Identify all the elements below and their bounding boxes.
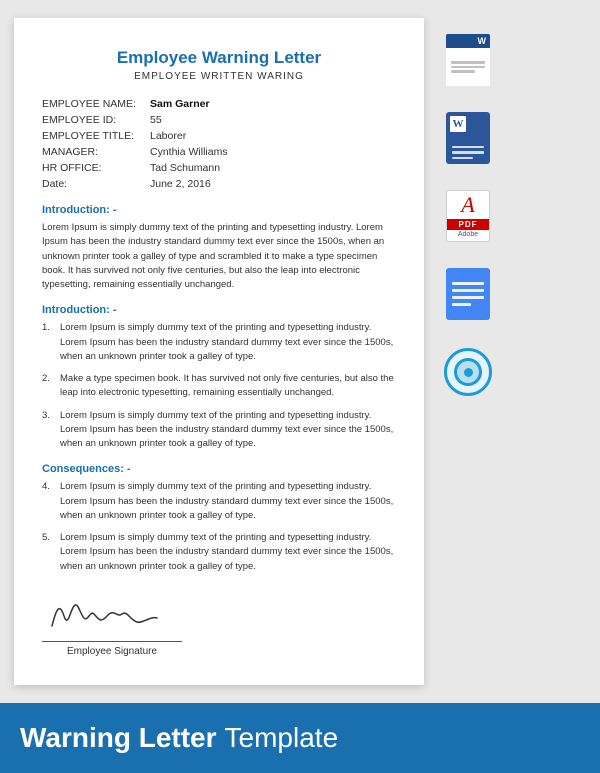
- docs-icon-button[interactable]: [440, 262, 496, 326]
- libre-dot: [464, 368, 473, 377]
- intro1-paragraph: Lorem Ipsum is simply dummy text of the …: [42, 221, 396, 292]
- field-employee-name: EMPLOYEE NAME: Sam Garner: [42, 98, 396, 110]
- intro2-list: 1.Lorem Ipsum is simply dummy text of th…: [42, 321, 396, 451]
- sidebar-icons: W W: [424, 18, 506, 685]
- intro2-heading: Introduction: -: [42, 304, 396, 316]
- libre-icon-button[interactable]: [440, 340, 496, 404]
- word-icon-2: W: [446, 112, 490, 164]
- doc-line: [452, 282, 484, 285]
- field-employee-title: EMPLOYEE TITLE: Laborer: [42, 130, 396, 142]
- field-label-hr-office: HR OFFICE:: [42, 162, 150, 174]
- field-value-employee-name: Sam Garner: [150, 98, 210, 110]
- field-employee-id: EMPLOYEE ID: 55: [42, 114, 396, 126]
- pdf-icon-button[interactable]: A PDF Adobe: [440, 184, 496, 248]
- field-hr-office: HR OFFICE: Tad Schumann: [42, 162, 396, 174]
- consequences-heading: Consequences: -: [42, 463, 396, 475]
- pdf-icon: A PDF Adobe: [446, 190, 490, 242]
- banner-normal-text: Template: [225, 722, 339, 753]
- adobe-a-icon: A: [461, 192, 474, 218]
- list-item: 4.Lorem Ipsum is simply dummy text of th…: [42, 480, 396, 523]
- libre-icon: [444, 348, 492, 396]
- field-label-manager: MANAGER:: [42, 146, 150, 158]
- field-label-employee-name: EMPLOYEE NAME:: [42, 98, 150, 110]
- signature-line: [42, 641, 182, 642]
- pdf-label: PDF: [447, 219, 489, 230]
- list-item: 3.Lorem Ipsum is simply dummy text of th…: [42, 409, 396, 452]
- field-label-employee-id: EMPLOYEE ID:: [42, 114, 150, 126]
- doc-fields: EMPLOYEE NAME: Sam Garner EMPLOYEE ID: 5…: [42, 98, 396, 190]
- field-date: Date: June 2, 2016: [42, 178, 396, 190]
- banner-bold-text: Warning Letter: [20, 722, 217, 753]
- bottom-banner: Warning Letter Template: [0, 703, 600, 773]
- doc-subtitle: EMPLOYEE WRITTEN WARING: [42, 71, 396, 82]
- word-icon-button-1[interactable]: W: [440, 28, 496, 92]
- word-icon-1: W: [446, 34, 490, 86]
- field-label-employee-title: EMPLOYEE TITLE:: [42, 130, 150, 142]
- docs-icon: [446, 268, 490, 320]
- field-value-employee-id: 55: [150, 114, 162, 126]
- intro1-heading: Introduction: -: [42, 204, 396, 216]
- doc-title: Employee Warning Letter: [42, 48, 396, 68]
- word-icon-button-2[interactable]: W: [440, 106, 496, 170]
- field-value-manager: Cynthia Williams: [150, 146, 228, 158]
- signature-label: Employee Signature: [42, 646, 182, 657]
- list-item: 5.Lorem Ipsum is simply dummy text of th…: [42, 531, 396, 574]
- content-area: Employee Warning Letter EMPLOYEE WRITTEN…: [0, 0, 600, 703]
- signature-image: [42, 596, 172, 636]
- doc-line: [452, 296, 484, 299]
- main-wrapper: Employee Warning Letter EMPLOYEE WRITTEN…: [0, 0, 600, 773]
- document-preview: Employee Warning Letter EMPLOYEE WRITTEN…: [14, 18, 424, 685]
- signature-section: Employee Signature: [42, 596, 396, 657]
- adobe-label: Adobe: [458, 231, 478, 238]
- doc-line-short: [452, 303, 471, 306]
- field-value-hr-office: Tad Schumann: [150, 162, 220, 174]
- list-item: 1.Lorem Ipsum is simply dummy text of th…: [42, 321, 396, 364]
- doc-line: [452, 289, 484, 292]
- field-label-date: Date:: [42, 178, 150, 190]
- list-item: 2.Make a type specimen book. It has surv…: [42, 372, 396, 401]
- field-manager: MANAGER: Cynthia Williams: [42, 146, 396, 158]
- field-value-employee-title: Laborer: [150, 130, 186, 142]
- field-value-date: June 2, 2016: [150, 178, 211, 190]
- consequences-list: 4.Lorem Ipsum is simply dummy text of th…: [42, 480, 396, 574]
